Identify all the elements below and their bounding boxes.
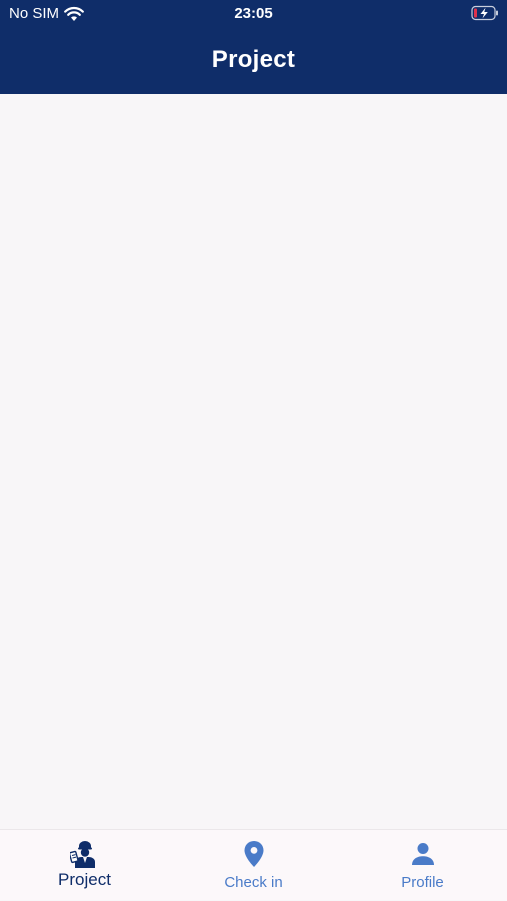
main-content: [0, 94, 507, 829]
tab-profile[interactable]: Profile: [338, 830, 507, 901]
location-pin-icon: [244, 841, 264, 872]
page-title: Project: [211, 46, 296, 73]
tab-check-in-label: Check in: [224, 874, 283, 891]
person-icon: [411, 843, 435, 870]
tab-profile-label: Profile: [401, 874, 444, 891]
battery-charging-icon: [471, 5, 499, 21]
status-time: 23:05: [234, 5, 273, 22]
tab-project-label: Project: [58, 870, 111, 889]
tab-check-in[interactable]: Check in: [169, 830, 338, 901]
tab-project[interactable]: Project: [0, 830, 169, 901]
bottom-tab-bar: Project Check in Profile: [0, 829, 507, 900]
status-bar: No SIM 23:05: [0, 0, 507, 28]
app-header: No SIM 23:05 Project: [0, 0, 507, 94]
worker-icon: [68, 840, 100, 873]
